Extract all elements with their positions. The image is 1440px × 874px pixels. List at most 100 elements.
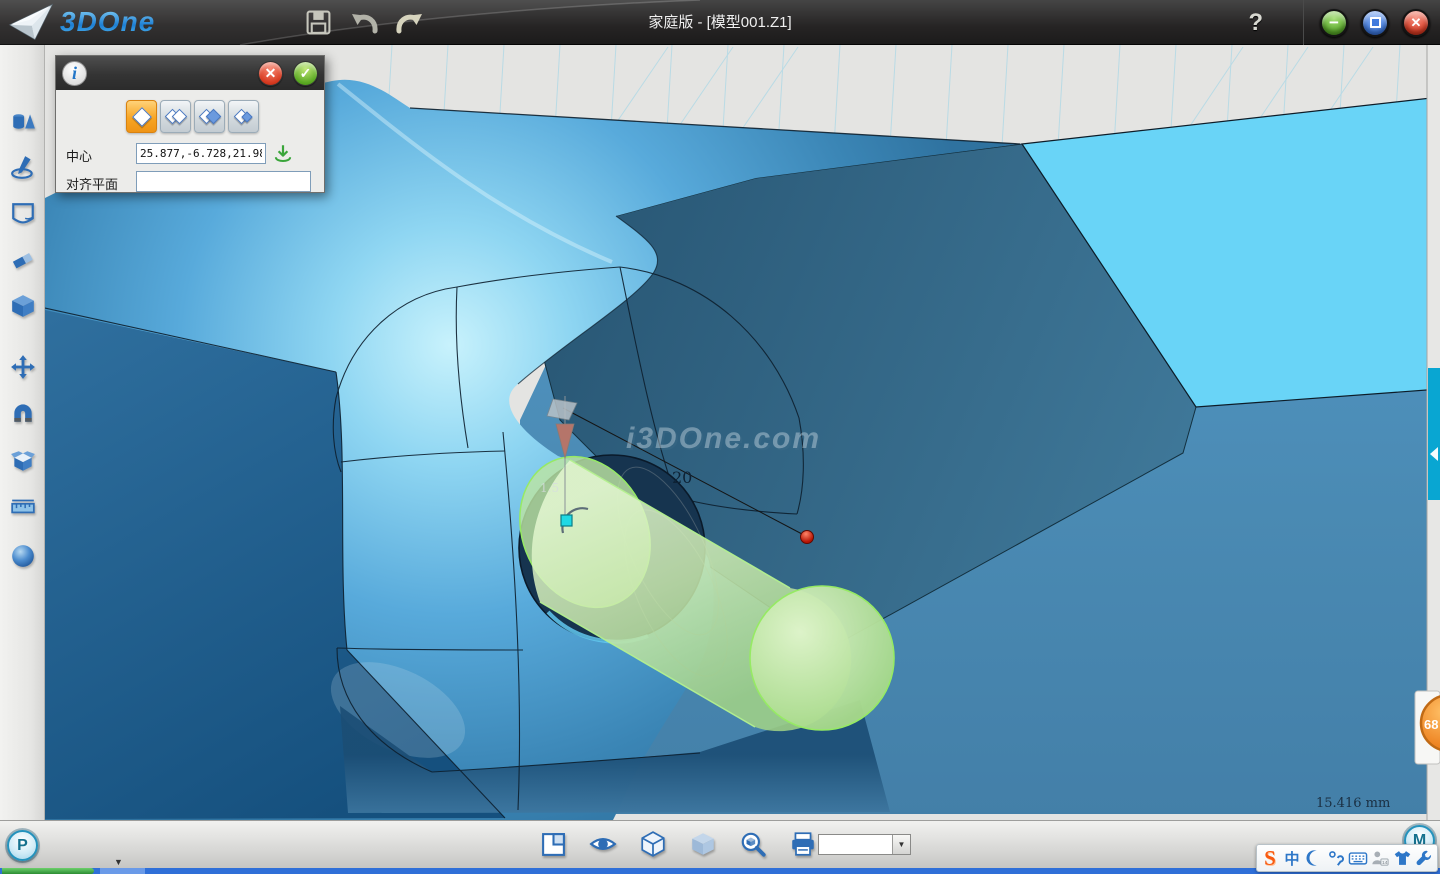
aux-dimension-label: 1.5 bbox=[540, 481, 559, 495]
ime-moon-button[interactable] bbox=[1304, 846, 1324, 870]
sidebar-item-sketch-draw[interactable] bbox=[8, 152, 38, 182]
sidebar-item-primitive-solids[interactable] bbox=[8, 107, 38, 137]
view-corner-icon bbox=[540, 831, 567, 858]
pick-point-button[interactable] bbox=[272, 143, 294, 165]
cube-icon bbox=[10, 293, 36, 319]
align-plane-field-label: 对齐平面 bbox=[66, 174, 118, 193]
placement-mode-buttons bbox=[126, 100, 259, 133]
print-button[interactable] bbox=[788, 829, 818, 859]
save-button[interactable] bbox=[303, 7, 333, 37]
restore-icon bbox=[1370, 17, 1381, 28]
diamond-icon bbox=[132, 107, 152, 127]
zoom-level-value bbox=[819, 835, 892, 854]
sidebar-item-sketch-plane[interactable] bbox=[8, 199, 38, 229]
sphere-icon bbox=[10, 543, 36, 569]
mode-center-button[interactable] bbox=[126, 100, 157, 133]
ime-keyboard-button[interactable] bbox=[1348, 846, 1368, 870]
shirt-icon bbox=[1393, 849, 1412, 867]
brand-text: 3DOne bbox=[60, 6, 155, 38]
move-arrows-icon bbox=[10, 354, 36, 380]
visibility-button[interactable] bbox=[588, 829, 618, 859]
view-tools bbox=[538, 829, 818, 859]
wrench-icon bbox=[1415, 849, 1433, 867]
sidebar-item-feature-solid[interactable] bbox=[8, 291, 38, 321]
sidebar-item-move-transform[interactable] bbox=[8, 352, 38, 382]
mode-diamond-dot-button[interactable] bbox=[228, 100, 259, 133]
user-board-icon: 14 bbox=[1370, 849, 1390, 867]
svg-text:14: 14 bbox=[1382, 860, 1388, 866]
sidebar-item-combine-solids[interactable] bbox=[8, 446, 38, 476]
close-button[interactable]: ✕ bbox=[1402, 9, 1430, 37]
moon-icon bbox=[1305, 849, 1323, 867]
ime-punctuation-button[interactable] bbox=[1326, 846, 1346, 870]
ruler-icon bbox=[10, 494, 36, 520]
info-icon: i bbox=[62, 61, 87, 86]
printer-icon bbox=[789, 830, 817, 858]
minimize-icon: − bbox=[1329, 14, 1339, 31]
center-field-input[interactable] bbox=[136, 143, 266, 164]
eraser-icon bbox=[10, 247, 36, 273]
keyboard-icon bbox=[1348, 849, 1368, 867]
solids-icon bbox=[10, 109, 36, 135]
zoom-button[interactable] bbox=[738, 829, 768, 859]
sidebar-item-measure[interactable] bbox=[8, 492, 38, 522]
combobox-arrow-icon[interactable]: ▼ bbox=[892, 835, 910, 854]
titlebar-tools bbox=[303, 7, 425, 37]
help-button[interactable]: ? bbox=[1248, 9, 1263, 37]
titlebar: 3DOne 家庭 bbox=[0, 0, 1440, 45]
save-icon bbox=[305, 9, 332, 36]
punctuation-icon bbox=[1327, 849, 1345, 867]
open-box-icon bbox=[10, 448, 36, 474]
minimize-button[interactable]: − bbox=[1320, 9, 1348, 37]
window-title: 家庭版 - [模型001.Z1] bbox=[648, 0, 791, 45]
eye-icon bbox=[589, 830, 617, 858]
task-button-sliver[interactable] bbox=[100, 868, 145, 874]
badge-count: 68 bbox=[1424, 717, 1438, 732]
view-corner-button[interactable] bbox=[538, 829, 568, 859]
zoom-level-combobox[interactable]: ▼ bbox=[818, 834, 911, 855]
sogou-logo[interactable]: S bbox=[1260, 846, 1280, 870]
ime-toolbar: S 中 14 bbox=[1256, 844, 1438, 872]
status-toolbar: P ▼ bbox=[0, 820, 1440, 868]
close-icon: ✕ bbox=[1411, 16, 1422, 29]
sidebar-item-assembly-magnet[interactable] bbox=[8, 397, 38, 427]
app-logo: 3DOne bbox=[8, 2, 155, 42]
paper-plane-icon bbox=[8, 2, 54, 42]
rotate-square-handle[interactable] bbox=[561, 515, 572, 526]
undo-icon bbox=[350, 8, 378, 36]
restore-button[interactable] bbox=[1361, 9, 1389, 37]
ime-language-toggle[interactable]: 中 bbox=[1282, 846, 1302, 870]
shaded-button[interactable] bbox=[688, 829, 718, 859]
part-mode-button[interactable]: P bbox=[7, 830, 38, 861]
start-button-sliver[interactable] bbox=[2, 868, 94, 874]
mode-two-diamond-button[interactable] bbox=[160, 100, 191, 133]
center-field-label: 中心 bbox=[66, 146, 92, 165]
sidebar-item-material-render[interactable] bbox=[8, 541, 38, 571]
undo-button[interactable] bbox=[349, 7, 379, 37]
pencil-sketch-icon bbox=[10, 154, 36, 180]
window-controls: − ✕ bbox=[1303, 0, 1430, 45]
shaded-cube-icon bbox=[689, 830, 717, 858]
app-window: 3DOne 家庭 bbox=[0, 0, 1440, 874]
magnet-icon bbox=[10, 399, 36, 425]
dimension-label: 20 bbox=[672, 468, 692, 487]
dialog-confirm-button[interactable]: ✓ bbox=[293, 61, 318, 86]
placement-dialog: i ✕ ✓ 中心 对齐平面 bbox=[55, 55, 325, 193]
align-plane-input[interactable] bbox=[136, 171, 311, 192]
watermark: i3DOne.com bbox=[626, 422, 821, 455]
ime-skin-button[interactable] bbox=[1392, 846, 1412, 870]
redo-button[interactable] bbox=[395, 7, 425, 37]
wireframe-button[interactable] bbox=[638, 829, 668, 859]
pick-arrow-icon bbox=[272, 143, 294, 165]
ime-user-button[interactable]: 14 bbox=[1370, 846, 1390, 870]
part-mode-caret[interactable]: ▼ bbox=[114, 857, 123, 867]
zoom-search-icon bbox=[739, 830, 767, 858]
ime-settings-button[interactable] bbox=[1414, 846, 1434, 870]
panel-collapse-tab[interactable] bbox=[1428, 368, 1440, 500]
measure-readout: 15.416 mm bbox=[1316, 796, 1390, 811]
os-taskbar-sliver bbox=[0, 868, 1440, 874]
sidebar-item-sketch-edit[interactable] bbox=[8, 245, 38, 275]
dialog-cancel-button[interactable]: ✕ bbox=[258, 61, 283, 86]
mode-diamond-blue-button[interactable] bbox=[194, 100, 225, 133]
drag-handle-dot[interactable] bbox=[801, 531, 814, 544]
